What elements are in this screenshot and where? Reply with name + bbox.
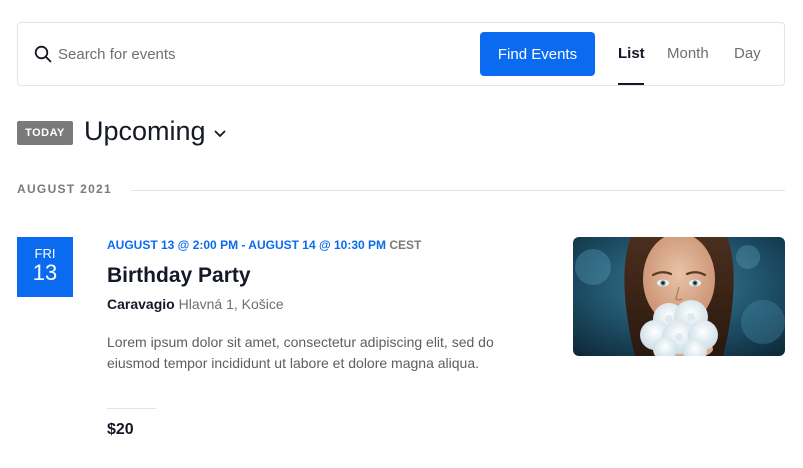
event-day: 13	[32, 260, 58, 285]
events-page: Find Events List Month Day TODAY Upcomin…	[0, 0, 803, 468]
today-button[interactable]: TODAY	[17, 121, 73, 145]
event-datetime: AUGUST 13 @ 2:00 PM - AUGUST 14 @ 10:30 …	[107, 238, 421, 252]
month-separator-label: AUGUST 2021	[17, 182, 112, 196]
chevron-down-icon	[214, 130, 225, 137]
month-separator-line	[131, 190, 785, 191]
find-events-button[interactable]: Find Events	[480, 32, 595, 76]
event-featured-image[interactable]	[573, 237, 785, 356]
event-venue: Caravagio Hlavná 1, Košice	[107, 296, 284, 312]
event-datetime-range: AUGUST 13 @ 2:00 PM - AUGUST 14 @ 10:30 …	[107, 238, 387, 252]
tab-month[interactable]: Month	[667, 45, 709, 62]
event-timezone: CEST	[389, 238, 422, 252]
event-title-link[interactable]: Birthday Party	[107, 264, 251, 288]
tab-day[interactable]: Day	[734, 45, 761, 62]
event-description: Lorem ipsum dolor sit amet, consectetur …	[107, 334, 494, 371]
date-picker-label: Upcoming	[84, 116, 206, 146]
events-bar: Find Events List Month Day	[17, 22, 785, 86]
date-picker-toggle[interactable]: Upcoming	[84, 116, 226, 147]
active-tab-indicator	[618, 83, 644, 85]
event-cost: $20	[107, 421, 134, 438]
tab-list[interactable]: List	[618, 45, 645, 62]
venue-address: Hlavná 1, Košice	[178, 296, 284, 312]
search-icon	[34, 45, 52, 63]
search-input[interactable]	[58, 41, 458, 67]
event-photo	[573, 237, 785, 356]
event-date-tag: FRI 13	[17, 237, 73, 297]
event-weekday: FRI	[34, 246, 56, 261]
venue-name: Caravagio	[107, 296, 175, 312]
cost-divider	[107, 408, 156, 409]
